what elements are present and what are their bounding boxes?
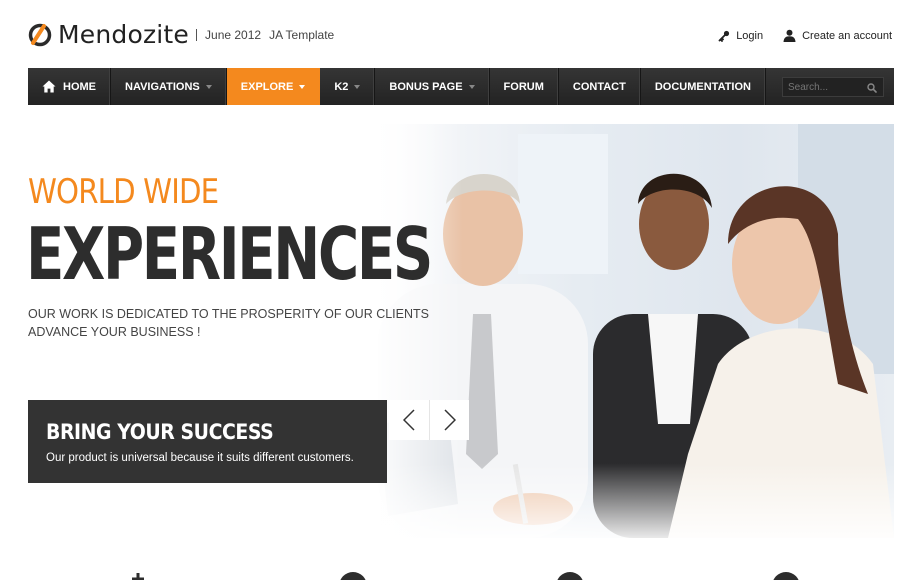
account-links: Login Create an account	[718, 29, 892, 42]
nav-item-navigations[interactable]: NAVIGATIONS	[111, 68, 227, 105]
home-icon	[42, 80, 56, 93]
logo-divider	[196, 28, 198, 41]
chevron-left-icon	[403, 409, 415, 431]
hero-desc-line-2: ADVANCE YOUR BUSINESS !	[28, 325, 201, 339]
nav-item-home[interactable]: HOME	[28, 68, 111, 105]
brand-tagline: June 2012 JA Template	[205, 28, 334, 42]
nav-label-bonus-page: BONUS PAGE	[389, 80, 463, 93]
chevron-down-icon	[468, 84, 475, 89]
key-icon	[718, 30, 730, 42]
photo-illustration	[368, 124, 894, 538]
brand-name: Mendozite	[58, 20, 190, 49]
nav-label-explore: EXPLORE	[240, 80, 294, 93]
search-box	[782, 77, 884, 97]
feature-icon-1	[128, 572, 148, 580]
feature-icon-4	[772, 572, 800, 580]
site-logo[interactable]: Mendozite June 2012 JA Template	[28, 20, 334, 49]
nav-item-k2[interactable]: K2	[320, 68, 376, 105]
create-account-label: Create an account	[802, 29, 892, 42]
create-account-link[interactable]: Create an account	[783, 29, 892, 42]
nav-label-k2: K2	[334, 80, 349, 93]
logo-mark-icon	[28, 23, 52, 46]
nav-item-explore[interactable]: EXPLORE	[226, 68, 321, 105]
chevron-down-icon	[205, 84, 212, 89]
login-link[interactable]: Login	[718, 30, 763, 42]
hero-slider: WORLD WIDE EXPERIENCES OUR WORK IS DEDIC…	[28, 124, 894, 538]
site-header: Mendozite June 2012 JA Template Login Cre…	[0, 0, 920, 68]
nav-label-documentation: DOCUMENTATION	[654, 80, 751, 93]
nav-item-documentation[interactable]: DOCUMENTATION	[641, 68, 766, 105]
nav-label-forum: FORUM	[503, 80, 544, 93]
nav-label-home: HOME	[63, 80, 96, 93]
slider-next-button[interactable]	[429, 400, 469, 440]
business-team-photo	[368, 124, 894, 538]
person-icon	[132, 573, 144, 580]
nav-label-navigations: NAVIGATIONS	[125, 80, 200, 93]
feature-icon-3	[556, 572, 584, 580]
nav-item-bonus-page[interactable]: BONUS PAGE	[375, 68, 490, 105]
hero-kicker: WORLD WIDE	[28, 172, 219, 212]
hero-title: EXPERIENCES	[28, 212, 433, 296]
search-icon[interactable]	[867, 83, 877, 93]
tagline-template: JA Template	[269, 27, 335, 42]
login-label: Login	[736, 29, 764, 42]
nav-label-contact: CONTACT	[572, 80, 626, 93]
hero-desc-line-1: OUR WORK IS DEDICATED TO THE PROSPERITY …	[28, 307, 429, 321]
chevron-down-icon	[299, 84, 306, 89]
slide-caption: BRING YOUR SUCCESS Our product is univer…	[28, 400, 387, 483]
tagline-date: June 2012	[205, 27, 262, 42]
slider-prev-button[interactable]	[389, 400, 429, 440]
feature-icon-2	[339, 572, 367, 580]
user-icon	[783, 29, 796, 42]
main-nav: HOME NAVIGATIONS EXPLORE K2 BONUS PAGE F…	[28, 68, 894, 105]
hero-description: OUR WORK IS DEDICATED TO THE PROSPERITY …	[28, 305, 429, 341]
caption-text: Our product is universal because it suit…	[46, 452, 354, 464]
chevron-right-icon	[443, 409, 456, 431]
search-input[interactable]	[783, 81, 863, 93]
chevron-down-icon	[354, 84, 361, 89]
caption-title: BRING YOUR SUCCESS	[46, 420, 274, 444]
nav-item-forum[interactable]: FORUM	[490, 68, 559, 105]
nav-item-contact[interactable]: CONTACT	[559, 68, 641, 105]
